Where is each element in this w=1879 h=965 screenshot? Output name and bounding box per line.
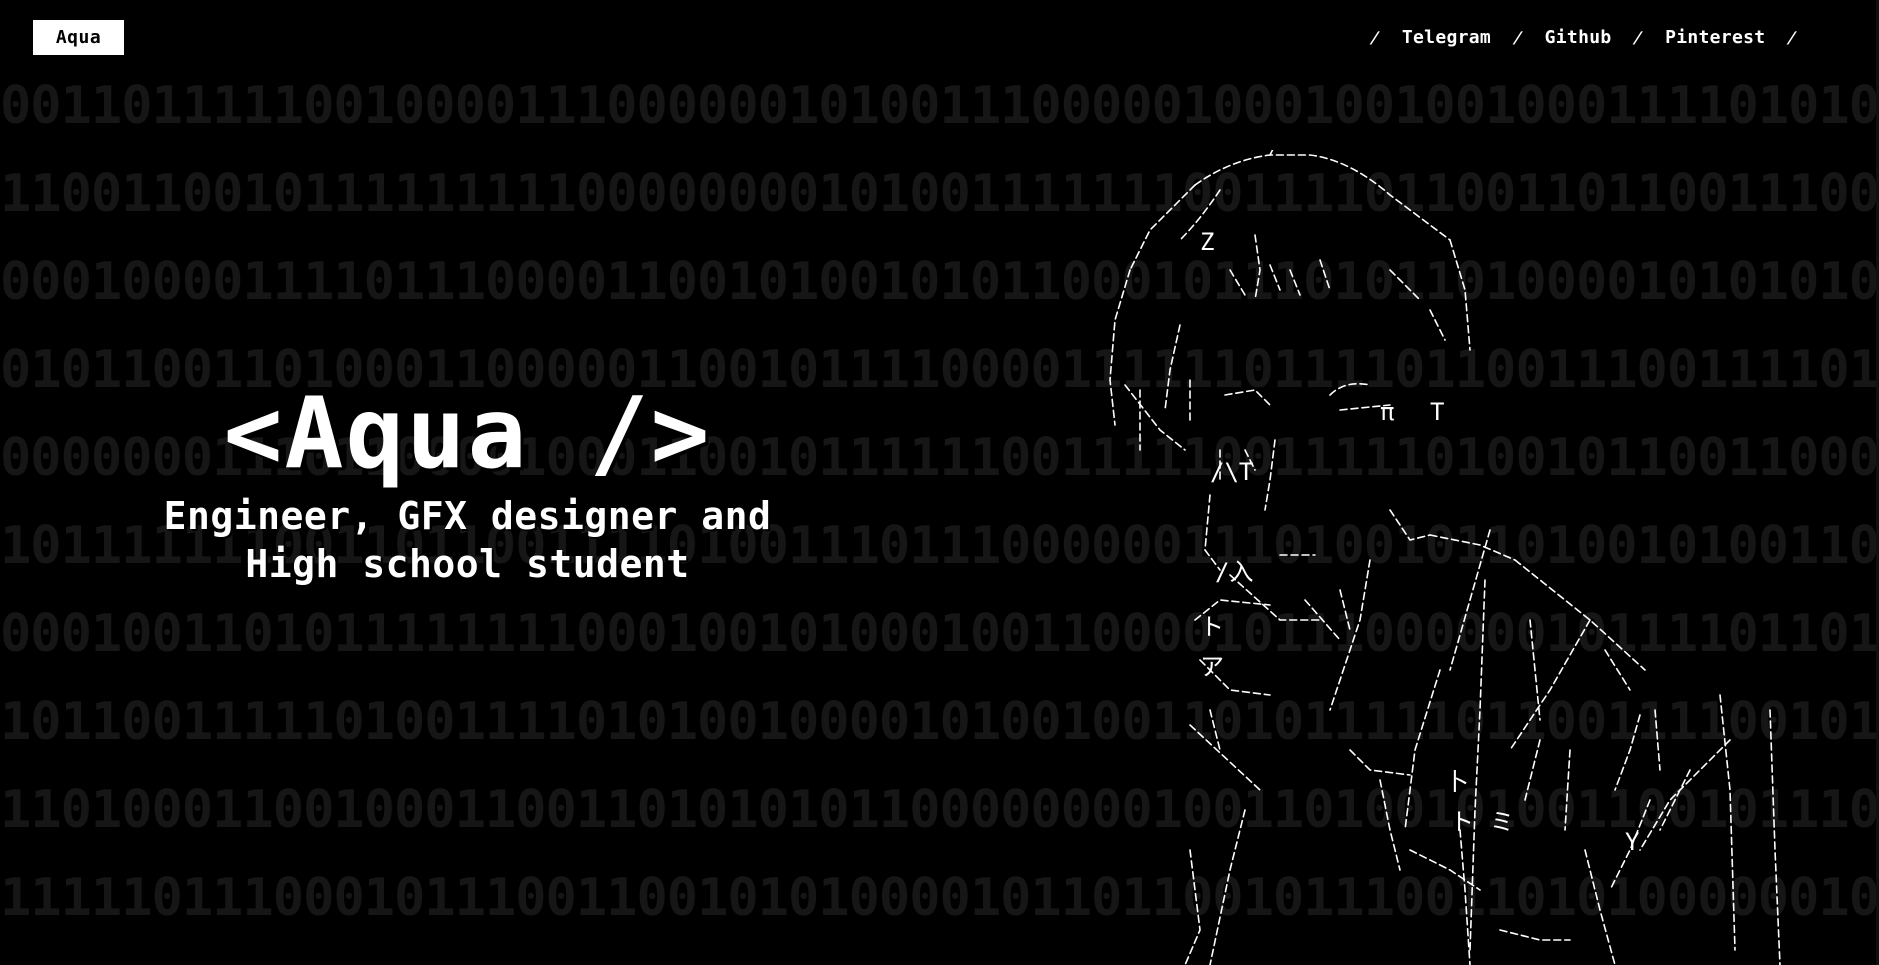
site-header: Aqua / Telegram / Github / Pinterest / <box>0 0 1879 76</box>
hero-title: <Aqua /> <box>223 377 712 491</box>
hero-subtitle: Engineer, GFX designer and High school s… <box>120 492 815 588</box>
ascii-portrait-svg: Z T π /\T /入 ト ア Y 卜 ト ミ <box>1109 150 1781 965</box>
hero-subtitle-line1: Engineer, GFX designer and <box>163 494 772 538</box>
svg-text:ト: ト <box>1450 808 1474 836</box>
hero-section: <Aqua /> Engineer, GFX designer and High… <box>120 380 815 588</box>
nav-link-pinterest[interactable]: Pinterest <box>1665 27 1765 48</box>
hero-subtitle-line2: High school student <box>245 542 690 586</box>
nav-separator: / <box>1785 27 1799 47</box>
svg-text:Z: Z <box>1200 228 1214 256</box>
top-nav: / Telegram / Github / Pinterest / <box>1348 22 1819 52</box>
nav-separator: / <box>1631 27 1645 47</box>
svg-text:π: π <box>1380 398 1394 426</box>
svg-text:ミ: ミ <box>1490 808 1514 836</box>
nav-separator: / <box>1368 27 1382 47</box>
binary-row: 0011011111001000011100000010100111000001… <box>0 80 1879 132</box>
svg-text:T: T <box>1430 398 1444 426</box>
svg-text:/入: /入 <box>1215 558 1253 586</box>
nav-separator: / <box>1511 27 1525 47</box>
logo-button[interactable]: Aqua <box>33 20 124 55</box>
svg-text:/\T: /\T <box>1210 458 1253 486</box>
ascii-anime-portrait: Z T π /\T /入 ト ア Y 卜 ト ミ <box>1070 150 1870 965</box>
svg-text:ア: ア <box>1200 653 1224 681</box>
svg-text:Y: Y <box>1625 828 1640 856</box>
svg-text:ト: ト <box>1200 613 1224 641</box>
nav-link-telegram[interactable]: Telegram <box>1402 27 1491 48</box>
page: 0011011111001000011100000010100111000001… <box>0 0 1879 965</box>
nav-link-github[interactable]: Github <box>1545 27 1612 48</box>
svg-text:卜: 卜 <box>1445 768 1469 796</box>
